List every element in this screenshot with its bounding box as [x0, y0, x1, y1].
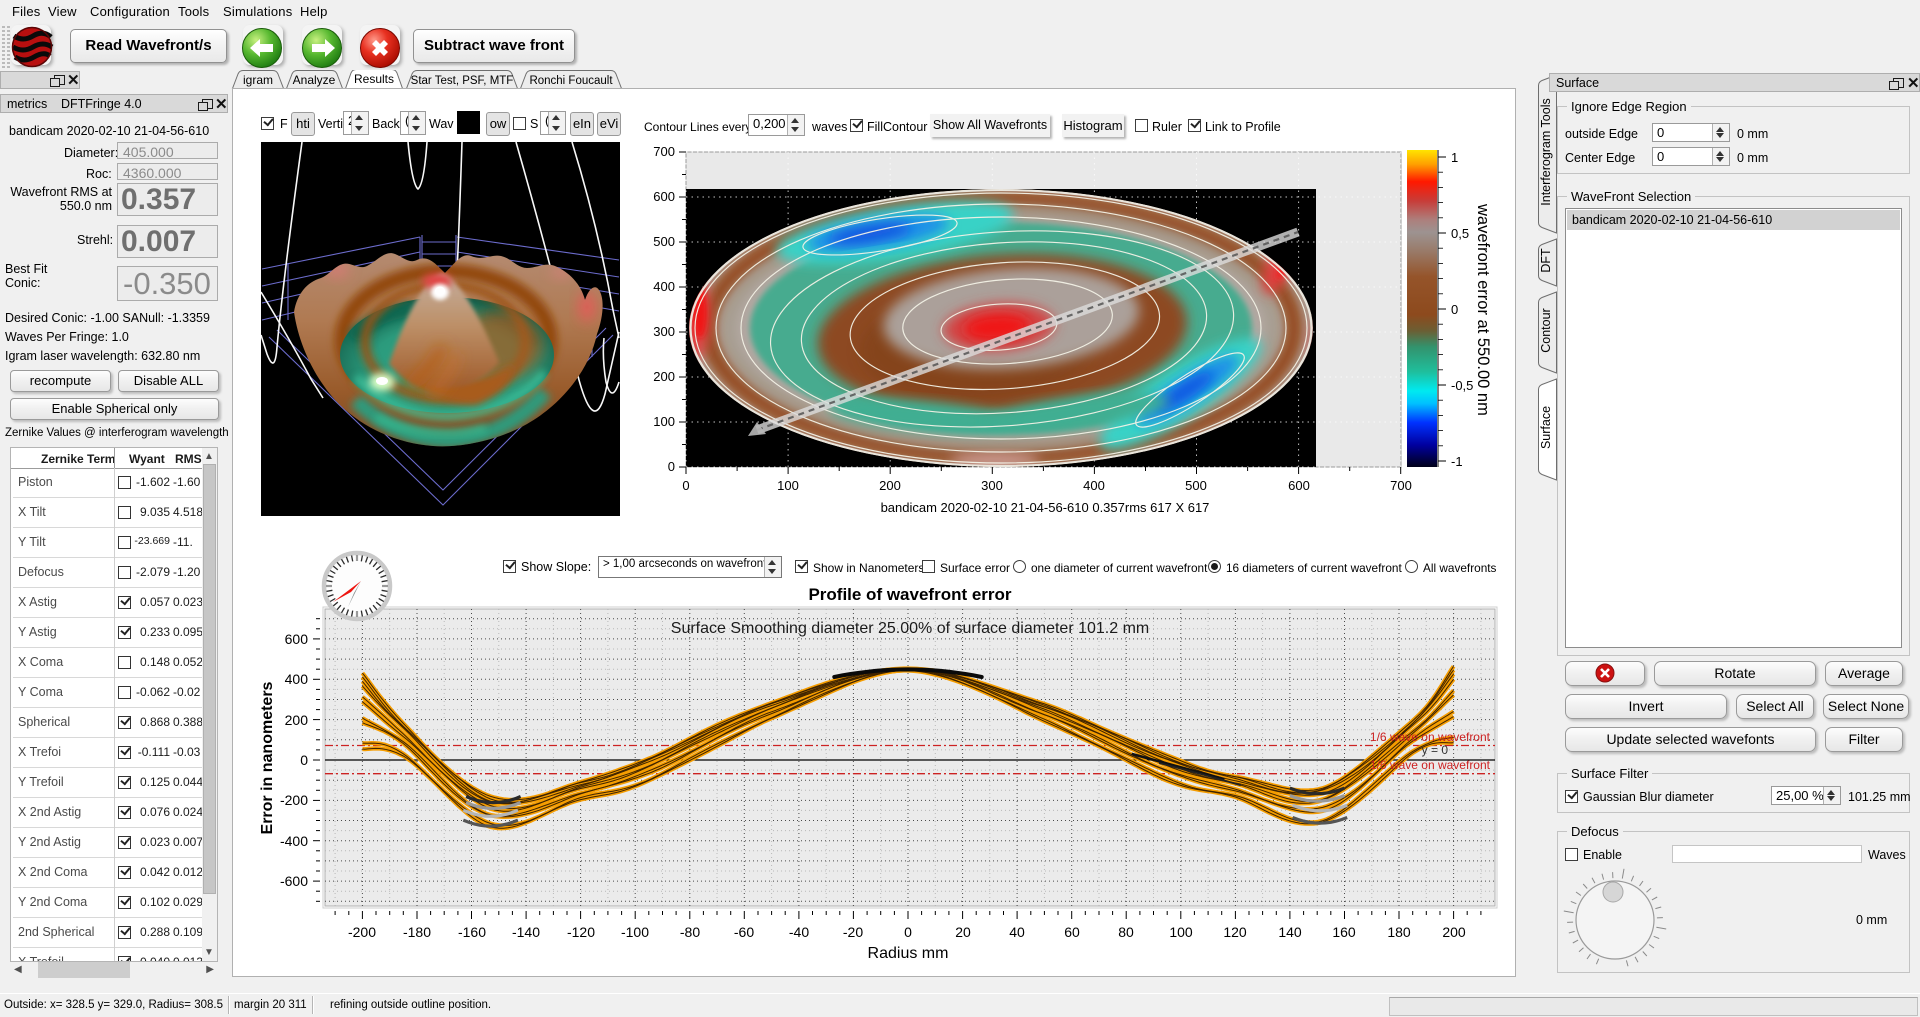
svg-text:60: 60 [1064, 924, 1080, 940]
svg-text:-600: -600 [280, 873, 308, 889]
svg-text:100: 100 [653, 414, 675, 429]
svg-text:Surface: Surface [1539, 406, 1553, 449]
svg-text:-200: -200 [280, 792, 308, 808]
svg-text:igram: igram [243, 73, 273, 87]
svg-text:80: 80 [1118, 924, 1134, 940]
svg-text:500: 500 [1185, 478, 1207, 493]
svg-text:0: 0 [682, 478, 689, 493]
svg-text:600: 600 [1288, 478, 1310, 493]
svg-text:100: 100 [1169, 924, 1193, 940]
svg-text:-100: -100 [621, 924, 649, 940]
svg-text:-1: -1 [1451, 454, 1463, 469]
svg-text:Ronchi Foucault: Ronchi Foucault [529, 75, 613, 87]
svg-text:100: 100 [777, 478, 799, 493]
svg-text:Analyze: Analyze [293, 73, 336, 87]
svg-text:DFT: DFT [1539, 248, 1553, 273]
svg-text:40: 40 [1009, 924, 1025, 940]
svg-text:0,5: 0,5 [1451, 226, 1469, 241]
svg-text:600: 600 [653, 189, 675, 204]
svg-text:400: 400 [1083, 478, 1105, 493]
svg-text:20: 20 [955, 924, 971, 940]
svg-text:500: 500 [653, 234, 675, 249]
svg-text:600: 600 [285, 631, 309, 647]
svg-text:140: 140 [1278, 924, 1302, 940]
svg-text:300: 300 [981, 478, 1003, 493]
svg-text:-160: -160 [458, 924, 486, 940]
svg-text:Contour: Contour [1539, 308, 1553, 352]
svg-text:-120: -120 [567, 924, 595, 940]
svg-text:200: 200 [1442, 924, 1466, 940]
svg-text:0: 0 [904, 924, 912, 940]
svg-text:400: 400 [653, 279, 675, 294]
svg-text:-60: -60 [734, 924, 754, 940]
svg-text:Surface Smoothing diameter 25: Surface Smoothing diameter 25.00% of sur… [671, 620, 1149, 637]
svg-text:300: 300 [653, 324, 675, 339]
svg-text:Interferogram Tools: Interferogram Tools [1539, 98, 1553, 205]
svg-text:-200: -200 [348, 924, 376, 940]
svg-text:700: 700 [653, 144, 675, 159]
svg-text:-140: -140 [512, 924, 540, 940]
svg-text:-20: -20 [843, 924, 863, 940]
svg-text:1/6 wave on wavefront: 1/6 wave on wavefront [1370, 758, 1491, 772]
svg-text:bandicam 2020-02-10 21-04-56-6: bandicam 2020-02-10 21-04-56-610 0.357rm… [881, 500, 1210, 515]
svg-text:160: 160 [1332, 924, 1356, 940]
svg-text:0: 0 [300, 752, 308, 768]
svg-text:0: 0 [668, 459, 675, 474]
svg-text:-180: -180 [403, 924, 431, 940]
svg-text:180: 180 [1387, 924, 1411, 940]
svg-text:400: 400 [285, 671, 309, 687]
svg-text:1/6 wave on wavefront: 1/6 wave on wavefront [1370, 730, 1491, 744]
svg-text:Results: Results [354, 72, 394, 86]
svg-text:200: 200 [653, 369, 675, 384]
svg-text:-80: -80 [680, 924, 700, 940]
svg-text:y = 0: y = 0 [1422, 743, 1449, 757]
svg-text:1: 1 [1451, 150, 1458, 165]
svg-text:120: 120 [1223, 924, 1247, 940]
svg-text:0: 0 [1451, 302, 1458, 317]
svg-text:Radius mm: Radius mm [868, 945, 949, 962]
svg-text:200: 200 [879, 478, 901, 493]
svg-text:700: 700 [1390, 478, 1412, 493]
svg-text:-400: -400 [280, 833, 308, 849]
svg-text:Star Test, PSF, MTF: Star Test, PSF, MTF [411, 75, 514, 87]
svg-text:Profile of wavefront error: Profile of wavefront error [808, 585, 1011, 604]
svg-text:200: 200 [285, 712, 309, 728]
svg-text:-40: -40 [789, 924, 809, 940]
svg-text:Error in nanometers: Error in nanometers [259, 681, 276, 834]
